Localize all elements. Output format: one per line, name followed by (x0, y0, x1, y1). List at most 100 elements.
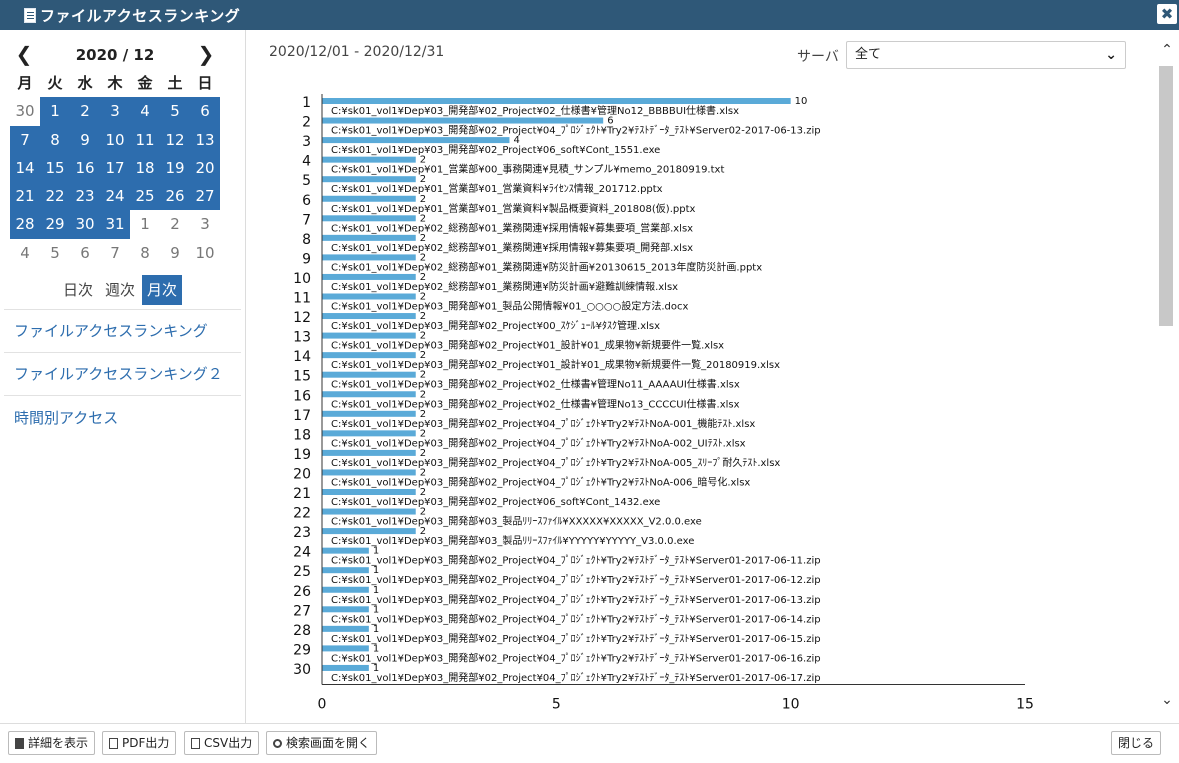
weekday-header: 日 (197, 74, 213, 92)
calendar-day[interactable]: 14 (10, 153, 40, 183)
bar[interactable] (322, 195, 416, 202)
calendar-day[interactable]: 28 (10, 210, 40, 239)
bar[interactable] (322, 664, 369, 671)
bar[interactable] (322, 430, 416, 437)
bar[interactable] (322, 234, 416, 241)
bar[interactable] (322, 625, 369, 632)
bar[interactable] (322, 176, 416, 183)
nav-link-hourly-access[interactable]: 時間別アクセス (14, 407, 118, 428)
calendar-day[interactable]: 23 (70, 182, 100, 211)
calendar-day[interactable]: 10 (100, 125, 130, 154)
search-icon (273, 738, 282, 748)
bar[interactable] (322, 489, 416, 495)
calendar-day[interactable]: 2 (160, 210, 190, 238)
calendar-day[interactable]: 31 (100, 210, 130, 239)
bar[interactable] (322, 293, 416, 300)
calendar-day[interactable]: 8 (130, 239, 160, 267)
server-select[interactable]: 全て ⌄ (846, 41, 1126, 69)
vertical-scrollbar[interactable]: ⌃ ⌄ (1157, 40, 1177, 720)
close-button[interactable]: 閉じる (1111, 731, 1162, 755)
bar[interactable] (322, 332, 416, 339)
scroll-down-icon[interactable]: ⌄ (1157, 692, 1177, 712)
bar[interactable] (322, 528, 416, 535)
period-monthly-button[interactable]: 月次 (142, 275, 183, 305)
rank-label: 19 (293, 447, 311, 463)
rank-label: 8 (302, 232, 311, 248)
x-tick-label: 10 (782, 697, 800, 713)
bar[interactable] (322, 371, 416, 378)
calendar-day[interactable]: 16 (70, 153, 100, 183)
show-details-button[interactable]: 詳細を表示 (8, 731, 96, 755)
close-icon[interactable]: ✖ (1157, 4, 1177, 24)
bar[interactable] (322, 449, 416, 456)
calendar-day[interactable]: 30 (10, 97, 40, 125)
calendar-day[interactable]: 18 (130, 153, 160, 183)
bar[interactable] (322, 586, 369, 593)
calendar-day[interactable]: 12 (160, 125, 190, 154)
calendar-day[interactable]: 21 (10, 182, 40, 211)
calendar-day[interactable]: 11 (130, 125, 160, 154)
bar[interactable] (322, 215, 416, 222)
calendar-day[interactable]: 24 (100, 182, 130, 211)
pdf-export-label: PDF出力 (122, 736, 170, 750)
bar[interactable] (322, 273, 416, 280)
bar[interactable] (322, 567, 369, 574)
calendar-day[interactable]: 9 (160, 239, 190, 267)
bar[interactable] (322, 391, 416, 398)
bar[interactable] (322, 547, 369, 554)
nav-link-file-access-ranking-2[interactable]: ファイルアクセスランキング２ (14, 363, 223, 384)
calendar-day[interactable]: 6 (70, 239, 100, 267)
ranking-bar-chart: 1 10C:¥sk01_vol1¥Dep¥03_開発部¥02_Project¥02… (293, 94, 1034, 713)
calendar-day[interactable]: 7 (10, 125, 40, 154)
nav-link-file-access-ranking[interactable]: ファイルアクセスランキング (14, 320, 208, 341)
bar[interactable] (322, 117, 604, 124)
calendar-day[interactable]: 17 (100, 153, 130, 183)
calendar-day[interactable]: 25 (130, 182, 160, 211)
calendar-day[interactable]: 13 (190, 125, 220, 154)
bar[interactable] (322, 410, 416, 417)
bar[interactable] (322, 645, 369, 652)
bar[interactable] (322, 508, 416, 515)
calendar-day[interactable]: 19 (160, 153, 190, 183)
sidebar: ❮ 2020 / 12 ❯ 月火水木金土日 30 1 2 3 4 5 6 7 8 9 10 11 12 13… (0, 30, 246, 723)
calendar-day[interactable]: 20 (190, 153, 220, 183)
calendar-day[interactable]: 10 (190, 239, 220, 267)
scroll-up-icon[interactable]: ⌃ (1157, 42, 1177, 62)
calendar-day[interactable]: 22 (40, 182, 70, 211)
calendar-day[interactable]: 9 (70, 125, 100, 154)
calendar-day[interactable]: 6 (190, 97, 220, 126)
bar[interactable] (322, 313, 416, 320)
calendar-day[interactable]: 7 (100, 239, 130, 267)
bar[interactable] (322, 98, 791, 104)
pdf-export-button[interactable]: PDF出力 (102, 731, 177, 755)
bar[interactable] (322, 156, 416, 163)
calendar-day[interactable]: 3 (190, 210, 220, 238)
calendar-day[interactable]: 8 (40, 125, 70, 154)
calendar-day[interactable]: 1 (40, 97, 70, 126)
period-daily-button[interactable]: 日次 (58, 275, 98, 305)
bar[interactable] (322, 469, 416, 476)
calendar-day[interactable]: 26 (160, 182, 190, 211)
bar[interactable] (322, 352, 416, 359)
bar[interactable] (322, 137, 510, 144)
calendar-day[interactable]: 30 (70, 210, 100, 239)
calendar-day[interactable]: 5 (40, 239, 70, 267)
calendar-day[interactable]: 4 (10, 239, 40, 267)
calendar-day[interactable]: 15 (40, 153, 70, 183)
calendar-day[interactable]: 29 (40, 210, 70, 239)
next-month-icon[interactable]: ❯ (194, 42, 218, 68)
calendar-day[interactable]: 5 (160, 97, 190, 126)
bar[interactable] (322, 254, 416, 261)
bar[interactable] (322, 606, 369, 613)
title-bar: ファイルアクセスランキング ✖ (0, 0, 1179, 30)
csv-export-button[interactable]: CSV出力 (184, 731, 260, 755)
calendar-day[interactable]: 1 (130, 210, 160, 238)
scrollbar-thumb[interactable] (1159, 66, 1173, 326)
period-weekly-button[interactable]: 週次 (100, 275, 140, 305)
calendar-day[interactable]: 27 (190, 182, 220, 211)
open-search-button[interactable]: 検索画面を開く (266, 731, 378, 755)
calendar-day[interactable]: 2 (70, 97, 100, 126)
calendar-day[interactable]: 4 (130, 97, 160, 126)
rank-label: 22 (293, 506, 311, 522)
calendar-day[interactable]: 3 (100, 97, 130, 126)
